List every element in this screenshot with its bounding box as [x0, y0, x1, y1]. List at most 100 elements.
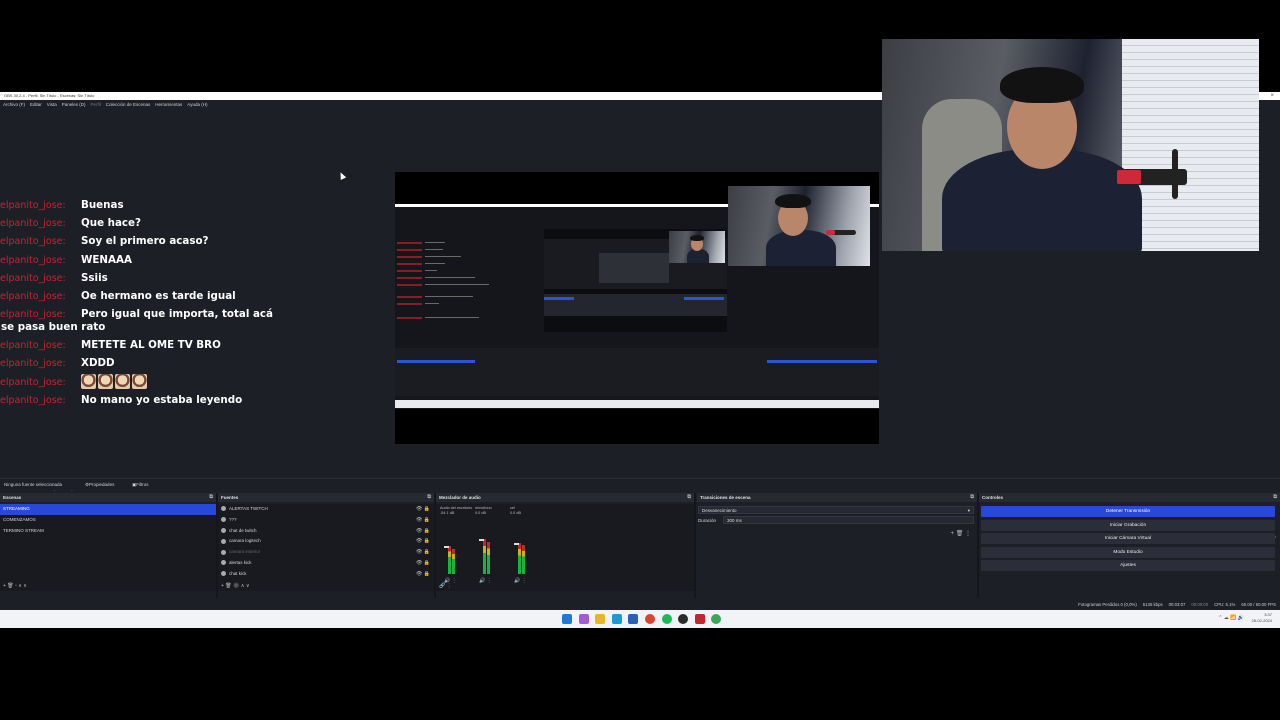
lock-icon[interactable]: 🔒 [424, 560, 430, 566]
lock-icon[interactable]: 🔒 [424, 538, 430, 544]
close-icon[interactable]: × [1270, 92, 1274, 100]
mixer-body: Audio del escritorio -54.1 dB 🔊 ⋮ micrófono… [436, 504, 694, 591]
source-item[interactable]: camara logitech 👁 🔒 [218, 536, 434, 547]
source-item[interactable]: alertas kick 👁 🔒 [218, 558, 434, 569]
preview-canvas[interactable] [395, 172, 879, 444]
sources-footer[interactable]: + 🗑 ⚙ ∧ ∨ [218, 581, 434, 591]
source-item[interactable]: chat kick 👁 🔒 [218, 569, 434, 580]
lock-icon[interactable]: 🔒 [424, 571, 430, 577]
scenes-dock: Escenas ⧉ STREAMING COMENZAMOS TERMINO ST… [0, 493, 218, 598]
lock-icon[interactable]: 🔒 [424, 549, 430, 555]
transition-buttons[interactable]: + 🗑 ⋮ [951, 530, 971, 537]
chat-username: elpanito_jose: [0, 236, 66, 248]
chrome-icon[interactable] [645, 614, 655, 624]
mixer-title: Mezclador de audio ⧉ [436, 493, 694, 502]
control-button[interactable]: Iniciar Grabación [981, 519, 1275, 531]
window-blinds [1122, 39, 1259, 251]
eye-icon[interactable]: 👁 [416, 506, 424, 512]
nested-chat-line [397, 249, 422, 251]
menu-editar[interactable]: Editar [30, 100, 42, 110]
file-explorer-icon[interactable] [595, 614, 606, 624]
duration-input[interactable]: 300 ms [723, 516, 974, 524]
source-item[interactable]: camara exterior 👁 🔒 [218, 547, 434, 558]
dock-popout-icon[interactable]: ⧉ [1273, 493, 1277, 502]
scenes-footer[interactable]: + 🗑 ▫ ∧ ∨ [0, 581, 216, 591]
spotify-icon[interactable] [661, 614, 672, 624]
volume-fader[interactable] [444, 546, 449, 548]
eye-icon[interactable]: 👁 [416, 538, 424, 544]
nested-docks [395, 348, 879, 396]
clock[interactable]: 3:37 28-02-2024 [1252, 612, 1272, 624]
eye-icon[interactable]: 👁 [416, 517, 424, 523]
edge-icon[interactable] [611, 614, 622, 624]
control-button[interactable]: Modo Estudio [981, 546, 1275, 558]
source-type-icon [221, 506, 226, 512]
lock-icon[interactable]: 🔒 [424, 506, 430, 512]
channel-name: micrófono [475, 506, 492, 510]
eye-icon[interactable]: 👁 [416, 571, 424, 577]
scene-item[interactable]: TERMINO STREAM [0, 526, 216, 537]
menu-ayuda[interactable]: Ayuda (H) [187, 100, 207, 110]
transitions-body: Desvanecimiento ▾ Duración 300 ms + 🗑 ⋮ [697, 504, 977, 591]
source-controls[interactable]: 👁 🔒 [416, 547, 430, 558]
source-label: camara exterior [229, 549, 261, 555]
dock-popout-icon[interactable]: ⧉ [209, 493, 213, 502]
properties-button[interactable]: ⚙ Propiedades [85, 479, 114, 491]
filters-button[interactable]: ▣ Filtros [132, 479, 149, 491]
source-controls[interactable]: 👁 🔒 [416, 515, 430, 526]
lock-icon[interactable]: 🔒 [424, 528, 430, 534]
source-controls[interactable]: 👁 🔒 [416, 558, 430, 569]
menu-archivo[interactable]: Archivo (F) [3, 100, 25, 110]
control-button[interactable]: Detener Transmisión [981, 506, 1275, 517]
obs-icon[interactable] [678, 614, 689, 624]
volume-meter [483, 539, 486, 574]
chat-message: elpanito_jose: Oe hermano es tarde igual [0, 288, 300, 306]
source-type-icon [221, 527, 226, 533]
mixer-footer[interactable]: 🔗 ⋮ [436, 581, 694, 591]
scene-item[interactable]: STREAMING [0, 504, 216, 515]
mixer-title-text: Mezclador de audio [439, 495, 481, 500]
source-controls[interactable]: 👁 🔒 [416, 536, 430, 547]
control-button[interactable]: Iniciar Cámara Virtual [981, 533, 1275, 544]
source-controls[interactable]: 👁 🔒 [416, 504, 430, 515]
chat-message: elpanito_jose: Soy el primero acaso? [0, 233, 300, 251]
source-item[interactable]: ALERTAS TWITCH 👁 🔒 [218, 504, 434, 515]
source-controls[interactable]: 👁 🔒 [416, 569, 430, 580]
dropped-frames: Fotogramas Perdidos 0 (0,0%) [1078, 602, 1137, 607]
eye-icon[interactable]: 👁 [416, 528, 424, 534]
copilot-icon[interactable] [578, 614, 589, 624]
menu-herramientas[interactable]: Herramientas [155, 100, 182, 110]
dock-popout-icon[interactable]: ⧉ [687, 493, 691, 502]
sources-title-text: Fuentes [221, 495, 239, 500]
controls-title: Controles ⧉ [979, 493, 1280, 502]
menu-perfil[interactable]: Perfil [90, 100, 100, 110]
source-controls[interactable]: 👁 🔒 [416, 526, 430, 537]
nested-control-active [767, 360, 877, 363]
chevron-down-icon: ▾ [967, 508, 970, 513]
windows-start-icon[interactable] [562, 614, 572, 624]
nested-chat-line [397, 296, 422, 298]
volume-fader[interactable] [514, 543, 519, 545]
filters-label: Filtros [136, 482, 149, 487]
lock-icon[interactable]: 🔒 [424, 517, 430, 523]
dock-popout-icon[interactable]: ⧉ [427, 493, 431, 502]
dock-popout-icon[interactable]: ⧉ [970, 493, 974, 502]
chat-message: elpanito_jose: Pero igual que importa, to… [0, 306, 300, 337]
emote-icon [115, 373, 130, 389]
transition-select[interactable]: Desvanecimiento ▾ [698, 506, 974, 514]
control-button[interactable]: Ajustes [981, 560, 1275, 571]
eye-icon[interactable]: 👁 [416, 560, 424, 566]
system-tray-icons[interactable]: ⌃ ☁ 📶 🔊 [1218, 615, 1244, 621]
menu-paneles[interactable]: Paneles (D) [62, 100, 86, 110]
store-icon[interactable] [628, 614, 639, 624]
volume-fader[interactable] [479, 539, 484, 541]
source-item[interactable]: ??? 👁 🔒 [218, 515, 434, 526]
chrome-2-icon[interactable] [711, 614, 722, 624]
source-type-icon [221, 560, 226, 566]
app-red-icon[interactable] [694, 614, 705, 624]
menu-vista[interactable]: Vista [47, 100, 57, 110]
eye-icon[interactable]: 👁 [416, 549, 424, 555]
scene-item[interactable]: COMENZAMOS [0, 515, 216, 526]
menu-coleccion[interactable]: Colección de Escenas [106, 100, 151, 110]
source-item[interactable]: chat de twitch 👁 🔒 [218, 526, 434, 537]
